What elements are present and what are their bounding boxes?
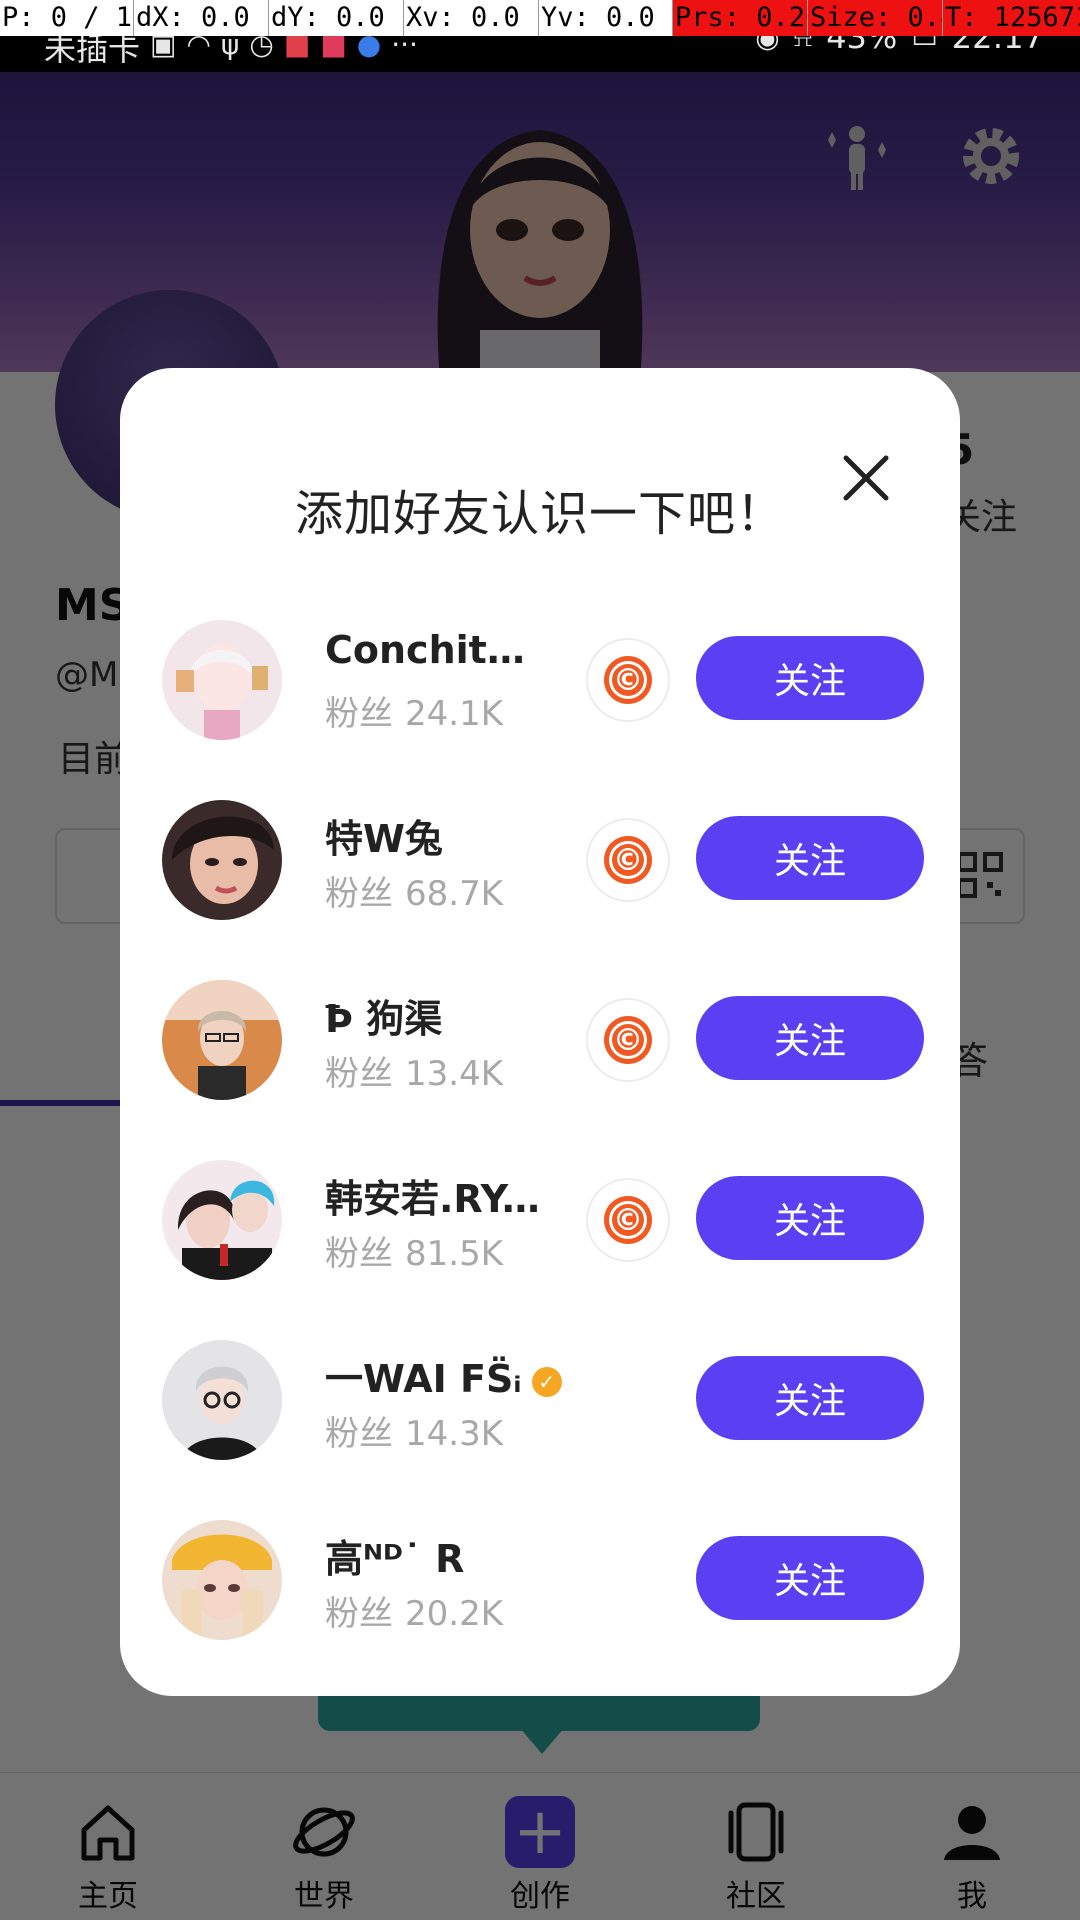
follow-button[interactable]: 关注 [696,816,924,900]
friend-fans: 粉丝 13.4K [325,1046,503,1095]
debug-xv: Xv: 0.0 [404,0,539,36]
fans-count: 68.7K [405,874,503,914]
fans-count: 13.4K [405,1054,503,1094]
screen: MS @M 目前 5 关注 答 主页 世界 [0,0,1080,1920]
creator-badge-icon: © [586,998,670,1082]
creator-badge-icon: © [586,638,670,722]
follow-button[interactable]: 关注 [696,1536,924,1620]
copyright-c-icon: © [604,1196,652,1244]
debug-dy: dY: 0.0 [269,0,404,36]
friend-row: 韩安若.RY... 粉丝 81.5K © 关注 [120,1150,960,1290]
friend-name: Conchita... [325,628,545,672]
friend-avatar[interactable] [162,800,282,920]
friend-name: 特W兔 [325,817,443,861]
debug-time: T: 125671 [943,0,1080,36]
debug-touch-overlay: P: 0 / 1 dX: 0.0 dY: 0.0 Xv: 0.0 Yv: 0.0… [0,0,1080,36]
copyright-c-icon: © [604,656,652,704]
fans-count: 24.1K [405,694,503,734]
friend-fans: 粉丝 20.2K [325,1586,503,1635]
fans-label: 粉丝 [325,874,393,914]
friend-fans: 粉丝 68.7K [325,866,503,915]
friend-row: 高ᴺᴰ˙ R 粉丝 20.2K 关注 [120,1510,960,1650]
fans-label: 粉丝 [325,1054,393,1094]
follow-button[interactable]: 关注 [696,996,924,1080]
friend-row: Ꝥ 狗渠 粉丝 13.4K © 关注 [120,970,960,1110]
fans-label: 粉丝 [325,1234,393,1274]
follow-button[interactable]: 关注 [696,1176,924,1260]
creator-badge-icon: © [586,818,670,902]
fans-label: 粉丝 [325,1414,393,1454]
friend-row: 一WAI FS̈ᵢ ✓ 粉丝 14.3K 关注 [120,1330,960,1470]
friend-name: Ꝥ 狗渠 [325,997,443,1041]
friend-name-text: 一WAI FS̈ᵢ [325,1357,522,1401]
fans-label: 粉丝 [325,1594,393,1634]
follow-button[interactable]: 关注 [696,1356,924,1440]
friend-avatar[interactable] [162,1160,282,1280]
fans-count: 81.5K [405,1234,503,1274]
debug-pressure: Prs: 0.20 [673,0,808,36]
friend-name: 一WAI FS̈ᵢ ✓ [325,1348,605,1403]
copyright-c-icon: © [604,836,652,884]
debug-yv: Yv: 0.0 [539,0,673,36]
fans-count: 14.3K [405,1414,503,1454]
friend-avatar[interactable] [162,980,282,1100]
creator-badge-icon: © [586,1178,670,1262]
friend-fans: 粉丝 14.3K [325,1406,503,1455]
debug-dx: dX: 0.0 [134,0,269,36]
friend-fans: 粉丝 24.1K [325,686,503,735]
fans-label: 粉丝 [325,694,393,734]
debug-size: Size: 0.40 [808,0,943,36]
copyright-c-icon: © [604,1016,652,1064]
friend-avatar[interactable] [162,1520,282,1640]
follow-button[interactable]: 关注 [696,636,924,720]
friend-name: 韩安若.RY... [325,1177,545,1221]
friend-fans: 粉丝 81.5K [325,1226,503,1275]
add-friends-dialog: 添加好友认识一下吧！ Conchita... 粉丝 24.1K © 关注 特W兔… [120,368,960,1696]
verified-check-icon: ✓ [531,1366,562,1397]
debug-pointer: P: 0 / 1 [0,0,134,36]
friend-avatar[interactable] [162,620,282,740]
fans-count: 20.2K [405,1594,503,1634]
friend-row: Conchita... 粉丝 24.1K © 关注 [120,610,960,750]
friend-avatar[interactable] [162,1340,282,1460]
friend-name: 高ᴺᴰ˙ R [325,1537,465,1581]
close-icon[interactable] [830,442,902,514]
friend-row: 特W兔 粉丝 68.7K © 关注 [120,790,960,930]
